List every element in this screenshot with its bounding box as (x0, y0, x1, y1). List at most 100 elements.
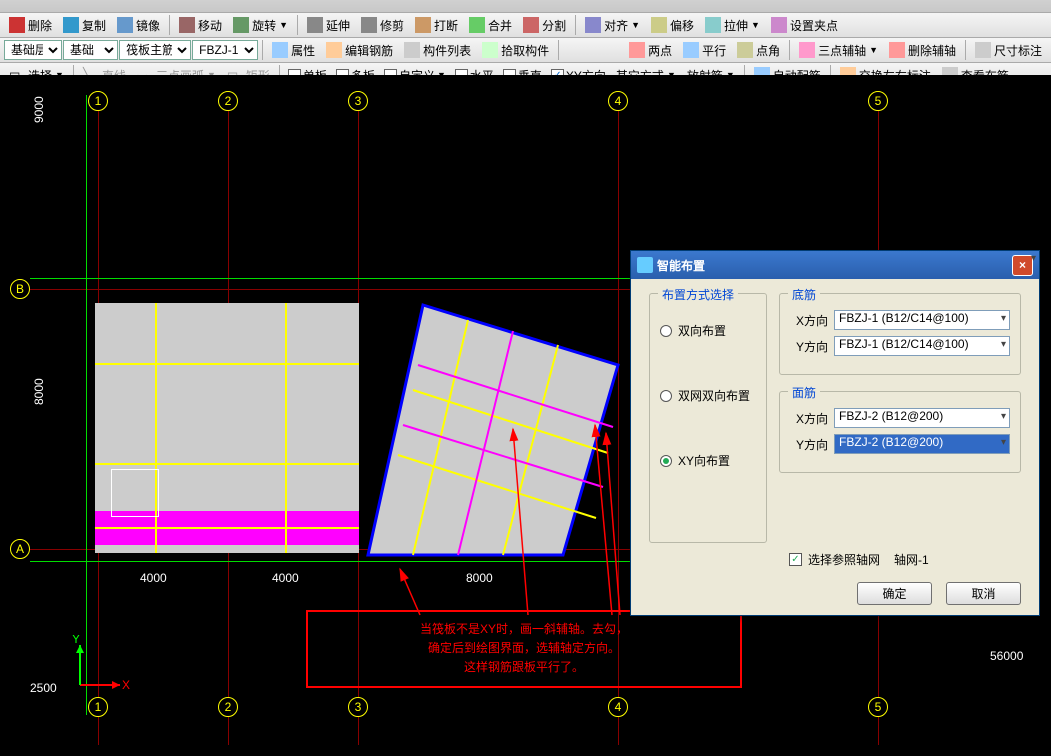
grid-bubble-row-b: B (10, 279, 30, 299)
cancel-button[interactable]: 取消 (946, 582, 1021, 605)
delaux-button[interactable]: 删除辅轴 (884, 39, 961, 62)
merge-button[interactable]: 合并 (464, 14, 517, 37)
top-y-select[interactable]: FBZJ-2 (B12@200) (834, 434, 1010, 454)
pick-button[interactable]: 拾取构件 (477, 39, 554, 62)
break-icon (415, 17, 431, 33)
list-icon (404, 42, 420, 58)
rotate-button[interactable]: 旋转▼ (228, 14, 293, 37)
toolbar-row-2: 基础层 基础 筏板主筋 FBZJ-1 属性 编辑钢筋 构件列表 拾取构件 两点 … (0, 38, 1051, 63)
svg-text:X: X (122, 678, 130, 692)
grid-bubble-col-3-b: 3 (348, 697, 368, 717)
annotation-line1: 当筏板不是XY时，画一斜辅轴。去勾， (320, 620, 728, 639)
mirror-button[interactable]: 镜像 (112, 14, 165, 37)
ref-grid-checkbox[interactable] (789, 553, 802, 566)
split-button[interactable]: 分割 (518, 14, 571, 37)
code-select[interactable]: FBZJ-1 (192, 40, 258, 60)
trim-button[interactable]: 修剪 (356, 14, 409, 37)
grid-bubble-col-4: 4 (608, 91, 628, 111)
move-icon (179, 17, 195, 33)
annotation-line3: 这样钢筋跟板平行了。 (320, 658, 728, 677)
dialog-titlebar[interactable]: 智能布置 × (631, 251, 1039, 279)
annotation-line2: 确定后到绘图界面，选辅轴定方向。 (320, 639, 728, 658)
stretch-button[interactable]: 拉伸▼ (700, 14, 765, 37)
ref-grid-select[interactable]: 轴网-1 (894, 551, 1021, 568)
toolbar-row-1: 删除 复制 镜像 移动 旋转▼ 延伸 修剪 打断 合并 分割 对齐▼ 偏移 拉伸… (0, 13, 1051, 38)
twopoint-button[interactable]: 两点 (624, 39, 677, 62)
rebar-type-select[interactable]: 筏板主筋 (119, 40, 191, 60)
trim-icon (361, 17, 377, 33)
offset-button[interactable]: 偏移 (646, 14, 699, 37)
dim-9000: 9000 (30, 96, 46, 123)
parallel-icon (683, 42, 699, 58)
grp-bottom-label: 底筋 (788, 286, 820, 303)
split-icon (523, 17, 539, 33)
xdir-label: X方向 (790, 312, 828, 329)
twopoint-icon (629, 42, 645, 58)
grp-top-label: 面筋 (788, 384, 820, 401)
pointangle-button[interactable]: 点角 (732, 39, 785, 62)
props-button[interactable]: 属性 (267, 39, 320, 62)
dim-2500: 2500 (30, 679, 57, 695)
bottom-x-select[interactable]: FBZJ-1 (B12/C14@100) (834, 310, 1010, 330)
slab-rect[interactable] (95, 303, 359, 553)
ydir-label: Y方向 (790, 338, 828, 355)
ydir-label-2: Y方向 (790, 436, 828, 453)
parallel-button[interactable]: 平行 (678, 39, 731, 62)
bottom-y-select[interactable]: FBZJ-1 (B12/C14@100) (834, 336, 1010, 356)
dim-button[interactable]: 尺寸标注 (970, 39, 1047, 62)
slab-rotated[interactable] (348, 275, 648, 578)
grid-bubble-row-a: A (10, 539, 30, 559)
grid-bubble-col-2: 2 (218, 91, 238, 111)
stretch-icon (705, 17, 721, 33)
grid-bubble-col-4-b: 4 (608, 697, 628, 717)
copy-icon (63, 17, 79, 33)
grid-bubble-col-2-b: 2 (218, 697, 238, 717)
extend-button[interactable]: 延伸 (302, 14, 355, 37)
grid-bubble-col-3: 3 (348, 91, 368, 111)
editbar-button[interactable]: 编辑钢筋 (321, 39, 398, 62)
threepoint-icon (799, 42, 815, 58)
grid-bubble-col-1: 1 (88, 91, 108, 111)
layer-select[interactable]: 基础层 (4, 40, 62, 60)
toolbar-row-0 (0, 0, 1051, 13)
align-icon (585, 17, 601, 33)
dim-icon (975, 42, 991, 58)
setgrip-button[interactable]: 设置夹点 (766, 14, 843, 37)
dim-8000-h: 8000 (466, 569, 493, 585)
angle-icon (737, 42, 753, 58)
offset-icon (651, 17, 667, 33)
close-button[interactable]: × (1012, 255, 1033, 276)
chevron-down-icon: ▼ (279, 20, 288, 30)
ucs-axis: X Y (70, 635, 130, 698)
dialog-title-text: 智能布置 (657, 257, 705, 274)
pick-icon (482, 42, 498, 58)
smart-layout-dialog: 智能布置 × 布置方式选择 双向布置 双网双向布置 XY向布置 底筋 X方向FB… (630, 250, 1040, 616)
category-select[interactable]: 基础 (63, 40, 118, 60)
radio-dual[interactable]: 双网双向布置 (660, 387, 756, 404)
grip-icon (771, 17, 787, 33)
break-button[interactable]: 打断 (410, 14, 463, 37)
memberlist-button[interactable]: 构件列表 (399, 39, 476, 62)
dim-8000-v: 8000 (30, 378, 46, 405)
rotate-icon (233, 17, 249, 33)
radio-both[interactable]: 双向布置 (660, 322, 756, 339)
dim-56000: 56000 (990, 647, 1023, 663)
move-button[interactable]: 移动 (174, 14, 227, 37)
copy-button[interactable]: 复制 (58, 14, 111, 37)
merge-icon (469, 17, 485, 33)
svg-text:Y: Y (72, 635, 80, 646)
grid-bubble-col-5-b: 5 (868, 697, 888, 717)
dim-4000-1: 4000 (140, 569, 167, 585)
align-button[interactable]: 对齐▼ (580, 14, 645, 37)
threepoint-button[interactable]: 三点辅轴▼ (794, 39, 883, 62)
extend-icon (307, 17, 323, 33)
props-icon (272, 42, 288, 58)
delete-button[interactable]: 删除 (4, 14, 57, 37)
top-x-select[interactable]: FBZJ-2 (B12@200) (834, 408, 1010, 428)
ok-button[interactable]: 确定 (857, 582, 932, 605)
close-icon: × (1019, 258, 1026, 272)
xdir-label-2: X方向 (790, 410, 828, 427)
dialog-icon (637, 257, 653, 273)
dim-4000-2: 4000 (272, 569, 299, 585)
radio-xy[interactable]: XY向布置 (660, 452, 756, 469)
